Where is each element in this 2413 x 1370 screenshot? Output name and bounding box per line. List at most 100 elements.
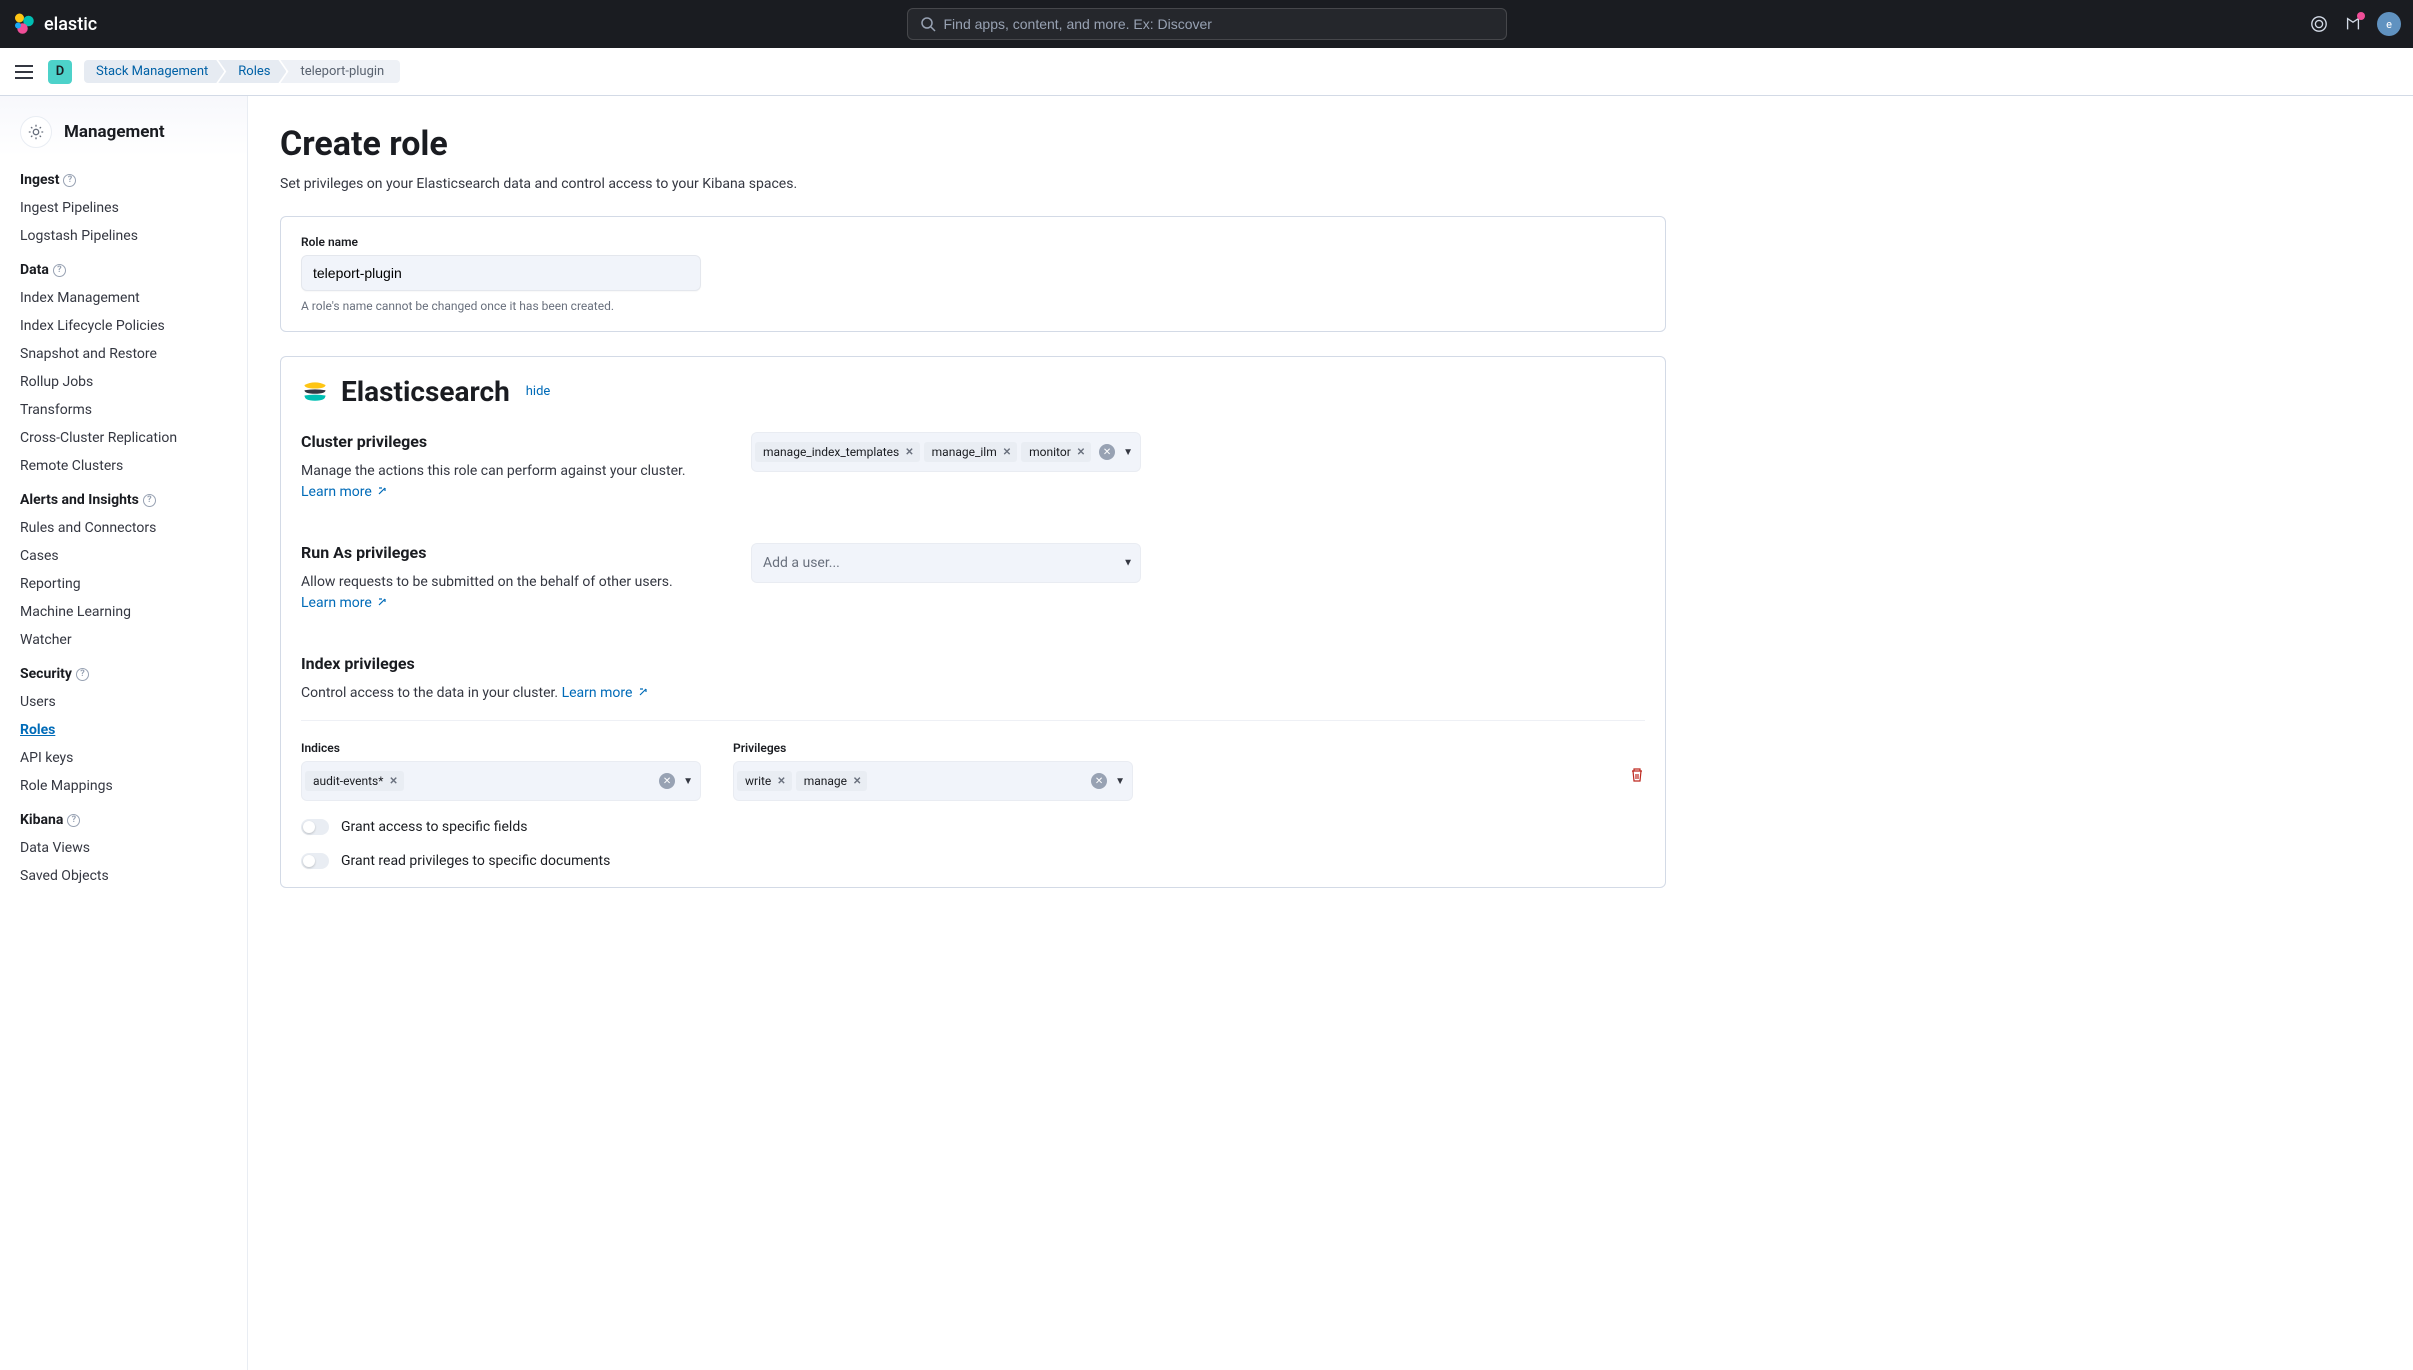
nav-item[interactable]: Watcher (20, 626, 227, 654)
indices-combobox[interactable]: audit-events*✕ ✕ ▼ (301, 761, 701, 801)
tag-remove-icon[interactable]: ✕ (389, 776, 397, 787)
elasticsearch-logo-icon (301, 378, 329, 406)
combobox-clear-icon[interactable]: ✕ (1099, 444, 1115, 460)
run-as-combobox[interactable]: Add a user... ▼ (751, 543, 1141, 583)
header-actions: e (2309, 12, 2401, 36)
main: Management Ingest ?Ingest PipelinesLogst… (0, 96, 2413, 1370)
page-subtitle: Set privileges on your Elasticsearch dat… (280, 176, 1666, 192)
nav-section: Security ?UsersRolesAPI keysRole Mapping… (0, 658, 247, 804)
nav-item[interactable]: Remote Clusters (20, 452, 227, 480)
nav-item[interactable]: Users (20, 688, 227, 716)
global-search[interactable] (907, 8, 1507, 40)
grant-read-row: Grant read privileges to specific docume… (301, 853, 1645, 869)
role-name-input[interactable] (301, 255, 701, 291)
chevron-down-icon[interactable]: ▼ (1115, 776, 1125, 787)
combobox-clear-icon[interactable]: ✕ (659, 773, 675, 789)
sub-header: D Stack Management Roles teleport-plugin (0, 48, 2413, 96)
hide-link[interactable]: hide (526, 384, 551, 399)
nav-item[interactable]: Roles (20, 716, 227, 744)
nav-item[interactable]: Cross-Cluster Replication (20, 424, 227, 452)
nav-item[interactable]: Index Management (20, 284, 227, 312)
tag: manage_index_templates✕ (755, 442, 920, 462)
nav-item[interactable]: Rollup Jobs (20, 368, 227, 396)
chevron-down-icon[interactable]: ▼ (1123, 558, 1133, 569)
grant-read-switch[interactable] (301, 853, 329, 869)
help-icon[interactable] (2309, 14, 2329, 34)
nav-item[interactable]: Ingest Pipelines (20, 194, 227, 222)
info-icon[interactable]: ? (67, 814, 80, 827)
nav-section-title: Data ? (20, 262, 227, 278)
nav-item[interactable]: Data Views (20, 834, 227, 862)
grant-fields-label: Grant access to specific fields (341, 819, 527, 835)
tag-remove-icon[interactable]: ✕ (777, 776, 785, 787)
space-selector[interactable]: D (48, 60, 72, 84)
nav-item[interactable]: Transforms (20, 396, 227, 424)
nav-section: Alerts and Insights ? Rules and Connector… (0, 484, 247, 658)
sidebar-title: Management (64, 122, 165, 142)
nav-section-title: Alerts and Insights ? (20, 492, 227, 508)
sidebar: Management Ingest ?Ingest PipelinesLogst… (0, 96, 248, 1370)
elasticsearch-panel: Elasticsearch hide Cluster privileges Ma… (280, 356, 1666, 888)
grant-fields-row: Grant access to specific fields (301, 819, 1645, 835)
chevron-down-icon[interactable]: ▼ (683, 776, 693, 787)
learn-more-link[interactable]: Learn more (301, 595, 387, 611)
delete-index-priv-button[interactable] (1629, 767, 1645, 787)
menu-toggle-button[interactable] (12, 60, 36, 84)
tag: audit-events*✕ (305, 771, 404, 791)
gear-icon (20, 116, 52, 148)
cluster-privileges-combobox[interactable]: manage_index_templates✕manage_ilm✕monito… (751, 432, 1141, 472)
tag: manage✕ (796, 771, 868, 791)
tag-remove-icon[interactable]: ✕ (853, 776, 861, 787)
nav-item[interactable]: Snapshot and Restore (20, 340, 227, 368)
info-icon[interactable]: ? (63, 174, 76, 187)
run-as-placeholder: Add a user... (755, 555, 840, 571)
elastic-logo-icon (12, 12, 36, 36)
role-name-hint: A role's name cannot be changed once it … (301, 299, 1645, 313)
search-input[interactable] (944, 16, 1494, 32)
nav-item[interactable]: Reporting (20, 570, 227, 598)
index-privileges-section: Index privileges Control access to the d… (301, 654, 1645, 869)
breadcrumb-stack-management[interactable]: Stack Management (84, 60, 224, 83)
logo[interactable]: elastic (12, 12, 97, 36)
es-section-header: Elasticsearch hide (301, 375, 1645, 408)
nav-item[interactable]: API keys (20, 744, 227, 772)
index-priv-heading: Index privileges (301, 654, 1645, 673)
info-icon[interactable]: ? (143, 494, 156, 507)
privileges-label: Privileges (733, 741, 1133, 755)
index-priv-desc: Control access to the data in your clust… (301, 683, 1645, 704)
nav-item[interactable]: Cases (20, 542, 227, 570)
nav-section: Ingest ?Ingest PipelinesLogstash Pipelin… (0, 164, 247, 254)
grant-read-label: Grant read privileges to specific docume… (341, 853, 610, 869)
nav-item[interactable]: Role Mappings (20, 772, 227, 800)
chevron-down-icon[interactable]: ▼ (1123, 447, 1133, 458)
cluster-privileges-row: Cluster privileges Manage the actions th… (301, 432, 1645, 503)
external-link-icon (377, 597, 387, 607)
index-priv-entry: Indices audit-events*✕ ✕ ▼ Privileges (301, 741, 1645, 801)
info-icon[interactable]: ? (76, 668, 89, 681)
user-avatar[interactable]: e (2377, 12, 2401, 36)
info-icon[interactable]: ? (53, 264, 66, 277)
nav-item[interactable]: Index Lifecycle Policies (20, 312, 227, 340)
privileges-combobox[interactable]: write✕manage✕ ✕ ▼ (733, 761, 1133, 801)
tag: monitor✕ (1021, 442, 1091, 462)
nav-item[interactable]: Saved Objects (20, 862, 227, 890)
newsfeed-icon[interactable] (2343, 14, 2363, 34)
tag: manage_ilm✕ (924, 442, 1017, 462)
nav-item[interactable]: Machine Learning (20, 598, 227, 626)
search-icon (920, 16, 936, 32)
page-title: Create role (280, 124, 1666, 164)
combobox-clear-icon[interactable]: ✕ (1091, 773, 1107, 789)
tag-remove-icon[interactable]: ✕ (1003, 447, 1011, 458)
learn-more-link[interactable]: Learn more (301, 484, 387, 500)
tag-remove-icon[interactable]: ✕ (1077, 447, 1085, 458)
nav-item[interactable]: Rules and Connectors (20, 514, 227, 542)
content: Create role Set privileges on your Elast… (248, 96, 1698, 1370)
learn-more-link[interactable]: Learn more (562, 685, 648, 701)
run-as-heading: Run As privileges (301, 543, 711, 562)
nav-item[interactable]: Logstash Pipelines (20, 222, 227, 250)
breadcrumbs: Stack Management Roles teleport-plugin (84, 60, 400, 83)
breadcrumb-roles[interactable]: Roles (218, 60, 286, 83)
grant-fields-switch[interactable] (301, 819, 329, 835)
external-link-icon (638, 687, 648, 697)
tag-remove-icon[interactable]: ✕ (905, 447, 913, 458)
